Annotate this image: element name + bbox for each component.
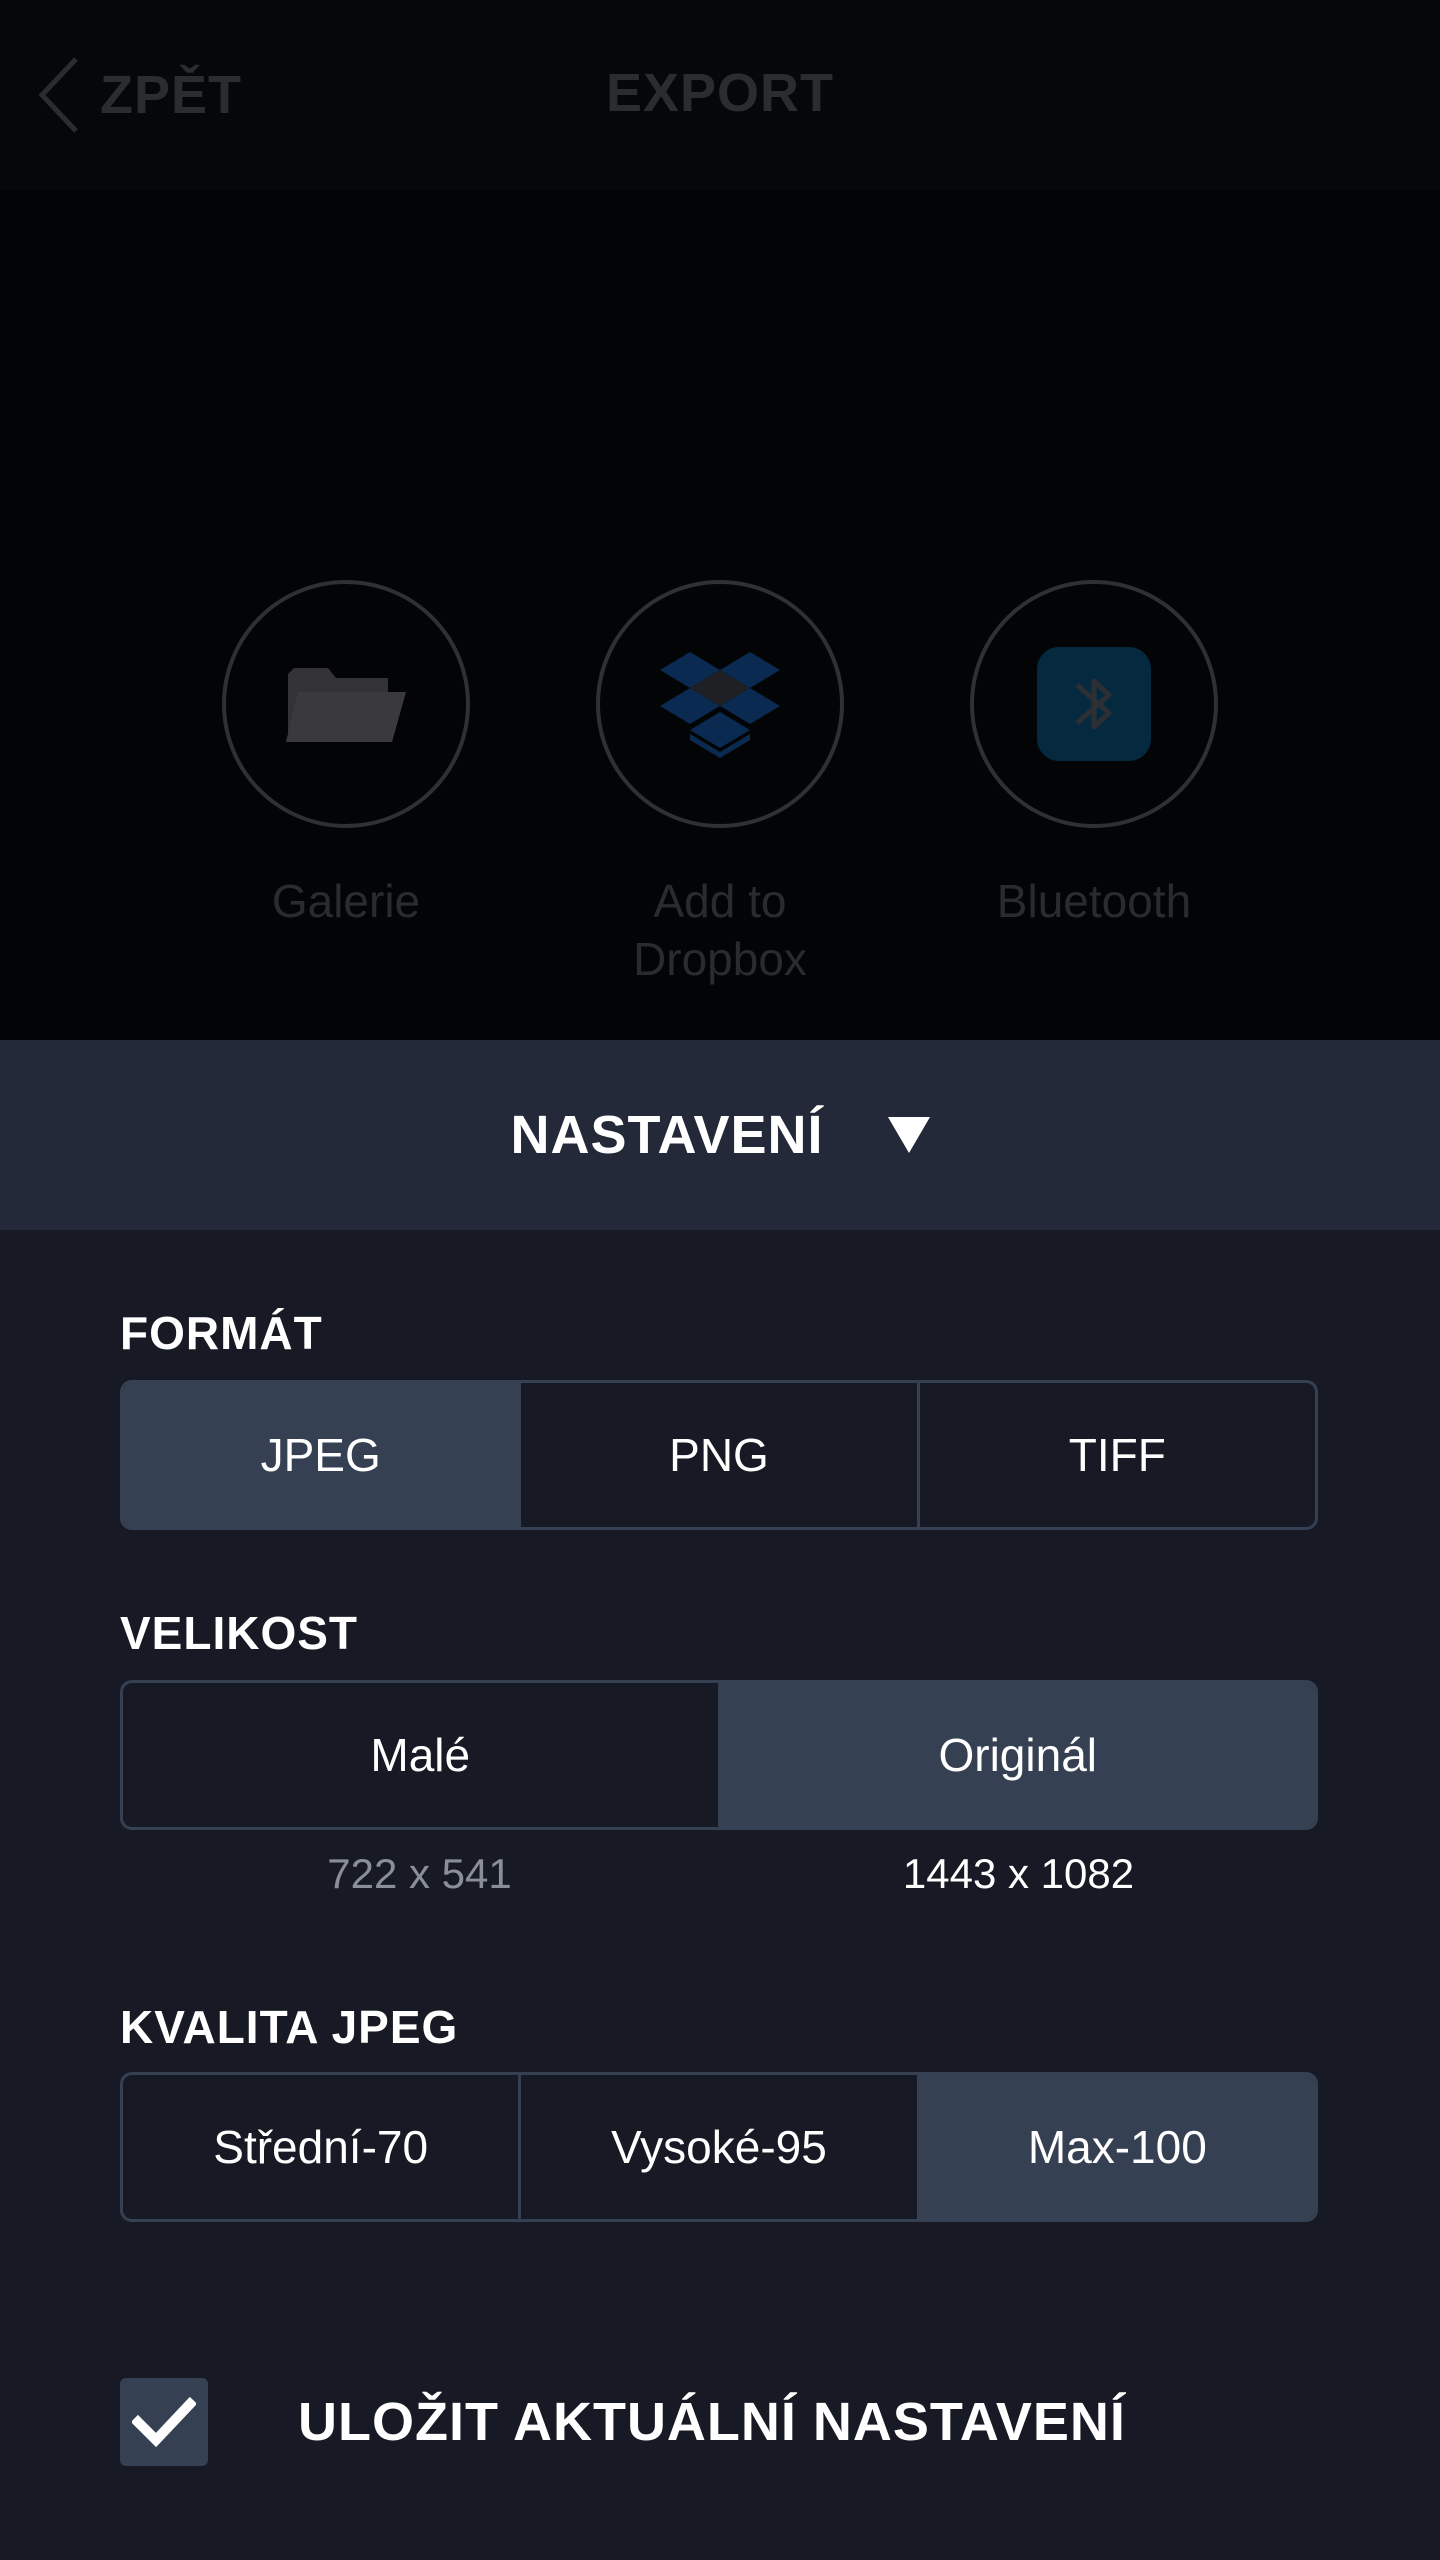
format-option-jpeg[interactable]: JPEG [123,1383,522,1527]
page-title: EXPORT [605,63,835,123]
share-target-gallery[interactable]: Galerie [196,580,496,930]
settings-sheet-header[interactable]: NASTAVENÍ [0,1040,1440,1230]
share-label-text: Add to Dropbox [633,875,807,985]
checkmark-icon [132,2396,196,2448]
share-target-bluetooth[interactable]: Bluetooth [944,580,1244,930]
size-label: VELIKOST [120,1607,359,1659]
top-bar: ZPĚT EXPORT [0,0,1440,190]
size-option-small[interactable]: Malé [123,1683,721,1827]
share-circle [222,580,470,828]
size-selector: Malé Originál [120,1680,1318,1830]
format-option-png[interactable]: PNG [521,1383,920,1527]
save-settings-label: ULOŽIT AKTUÁLNÍ NASTAVENÍ [298,2392,1126,2452]
quality-label: KVALITA JPEG [120,2001,459,2053]
share-label: Add to Dropbox [570,872,870,988]
format-option-tiff[interactable]: TIFF [920,1383,1315,1527]
format-label: FORMÁT [120,1307,323,1359]
quality-selector: Střední-70 Vysoké-95 Max-100 [120,2072,1318,2222]
folder-icon [286,668,406,742]
export-screen-background: ZPĚT EXPORT Galerie Add to Dropbox Bluet… [0,0,1440,1040]
size-original-dimensions: 1443 x 1082 [902,1850,1135,1897]
share-circle [970,580,1218,828]
triangle-down-icon [887,1117,930,1153]
quality-option-medium[interactable]: Střední-70 [123,2075,522,2219]
size-small-dimensions: 722 x 541 [327,1850,512,1897]
save-settings-checkbox[interactable] [120,2378,208,2466]
share-label: Galerie [271,875,421,927]
share-label: Bluetooth [996,875,1192,927]
share-circle [596,580,844,828]
settings-title: NASTAVENÍ [510,1105,824,1165]
save-settings-row[interactable]: ULOŽIT AKTUÁLNÍ NASTAVENÍ [120,2378,1126,2466]
quality-option-max[interactable]: Max-100 [919,2075,1315,2219]
dropbox-icon [660,652,780,758]
share-target-dropbox[interactable]: Add to Dropbox [570,580,870,988]
size-option-original[interactable]: Originál [720,1683,1315,1827]
bluetooth-icon [1037,647,1151,761]
quality-option-high[interactable]: Vysoké-95 [521,2075,920,2219]
format-selector: JPEG PNG TIFF [120,1380,1318,1530]
